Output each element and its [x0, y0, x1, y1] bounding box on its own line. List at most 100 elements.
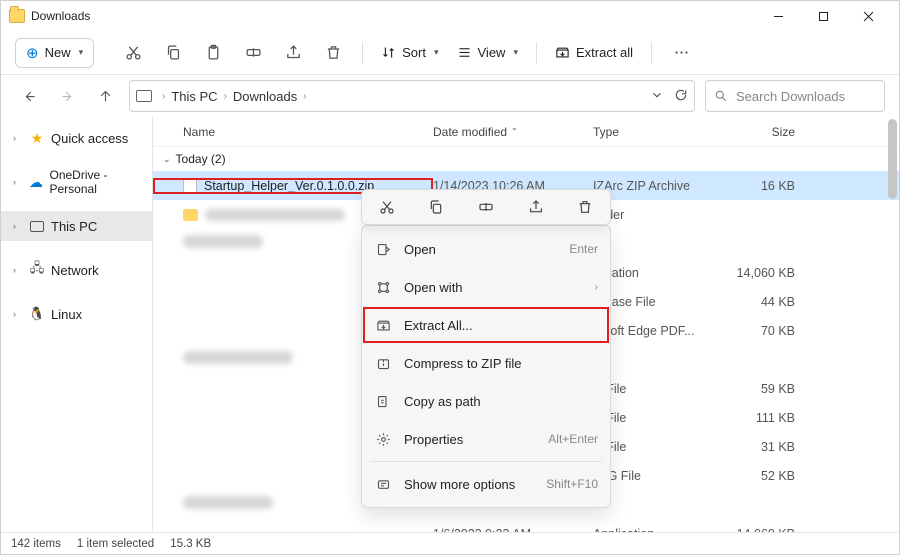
- open-with-icon: [374, 280, 392, 295]
- command-toolbar: ⊕ New ▾ Sort ▾ View ▾ Extract all: [1, 31, 899, 75]
- status-item-count: 142 items: [11, 538, 61, 550]
- folder-icon: [9, 9, 25, 23]
- sort-button[interactable]: Sort ▾: [375, 36, 444, 70]
- menu-separator: [370, 461, 602, 462]
- plus-icon: ⊕: [26, 44, 39, 62]
- linux-icon: 🐧: [29, 306, 45, 322]
- chevron-down-icon: ▾: [513, 47, 518, 58]
- file-type: IZArc ZIP Archive: [593, 179, 723, 193]
- cut-button[interactable]: [370, 193, 404, 221]
- group-label: Today (2): [176, 152, 226, 166]
- new-label: New: [45, 45, 71, 60]
- status-bar: 142 items 1 item selected 15.3 KB: [1, 532, 899, 554]
- sidebar-item-label: Network: [51, 263, 99, 278]
- forward-button[interactable]: [53, 82, 81, 110]
- col-type[interactable]: Type: [593, 125, 723, 139]
- delete-button[interactable]: [316, 36, 350, 70]
- rename-button[interactable]: [469, 193, 503, 221]
- menu-item-properties[interactable]: Properties Alt+Enter: [362, 420, 610, 458]
- sidebar-item-label: OneDrive - Personal: [50, 168, 152, 196]
- extract-icon: [555, 45, 570, 60]
- column-headers[interactable]: Name Date modified⌄ Type Size: [153, 117, 899, 147]
- status-selected-size: 15.3 KB: [170, 538, 211, 550]
- menu-item-compress[interactable]: Compress to ZIP file: [362, 344, 610, 382]
- chevron-right-icon: ›: [595, 282, 598, 293]
- menu-item-extract-all[interactable]: Extract All...: [362, 306, 610, 344]
- chevron-right-icon: ›: [13, 177, 22, 187]
- folder-icon: [183, 209, 198, 221]
- sidebar-item-linux[interactable]: › 🐧 Linux: [1, 299, 152, 329]
- search-placeholder: Search Downloads: [736, 89, 845, 104]
- up-button[interactable]: [91, 82, 119, 110]
- rename-button[interactable]: [236, 36, 270, 70]
- file-type: folder: [593, 208, 723, 222]
- chevron-down-icon: ⌄: [163, 154, 171, 165]
- extract-icon: [374, 318, 392, 333]
- more-button[interactable]: [664, 36, 698, 70]
- breadcrumb-seg[interactable]: Downloads: [233, 89, 297, 104]
- network-icon: 🖧: [29, 262, 45, 278]
- show-more-icon: [374, 477, 392, 492]
- chevron-right-icon: ›: [13, 309, 23, 319]
- copy-button[interactable]: [419, 193, 453, 221]
- sidebar-item-label: Quick access: [51, 131, 128, 146]
- sort-indicator-icon: ⌄: [511, 123, 518, 132]
- sidebar-item-quick-access[interactable]: › ★ Quick access: [1, 123, 152, 153]
- col-name[interactable]: Name: [153, 125, 433, 139]
- file-row[interactable]: 1/6/2023 9:23 AMApplication14,060 KB: [153, 519, 899, 532]
- back-button[interactable]: [15, 82, 43, 110]
- chevron-right-icon: ›: [13, 221, 23, 231]
- navigation-row: › This PC › Downloads › Search Downloads: [1, 75, 899, 117]
- menu-item-open[interactable]: Open Enter: [362, 230, 610, 268]
- title-bar: Downloads: [1, 1, 899, 31]
- col-date[interactable]: Date modified⌄: [433, 125, 593, 139]
- delete-button[interactable]: [568, 193, 602, 221]
- refresh-button[interactable]: [674, 88, 688, 105]
- compress-icon: [374, 356, 392, 371]
- quick-action-toolbar: [361, 189, 611, 225]
- window-controls: [756, 1, 891, 31]
- search-input[interactable]: Search Downloads: [705, 80, 885, 112]
- group-header-today[interactable]: ⌄ Today (2): [153, 147, 899, 171]
- sidebar-item-network[interactable]: › 🖧 Network: [1, 255, 152, 285]
- status-selected-count: 1 item selected: [77, 538, 154, 550]
- toolbar-divider: [362, 42, 363, 64]
- view-button[interactable]: View ▾: [451, 36, 524, 70]
- properties-icon: [374, 432, 392, 447]
- view-label: View: [478, 45, 506, 60]
- sidebar-item-this-pc[interactable]: › This PC: [1, 211, 152, 241]
- menu-item-copy-path[interactable]: Copy as path: [362, 382, 610, 420]
- close-button[interactable]: [846, 1, 891, 31]
- col-size[interactable]: Size: [723, 125, 813, 139]
- maximize-button[interactable]: [801, 1, 846, 31]
- chevron-right-icon: ›: [13, 133, 23, 143]
- toolbar-divider: [651, 42, 652, 64]
- copy-button[interactable]: [156, 36, 190, 70]
- minimize-button[interactable]: [756, 1, 801, 31]
- dropdown-button[interactable]: [650, 88, 664, 105]
- menu-item-show-more[interactable]: Show more options Shift+F10: [362, 465, 610, 503]
- cut-button[interactable]: [116, 36, 150, 70]
- extract-all-button[interactable]: Extract all: [549, 36, 639, 70]
- menu-item-open-with[interactable]: Open with ›: [362, 268, 610, 306]
- navigation-sidebar: › ★ Quick access › ☁ OneDrive - Personal…: [1, 117, 153, 532]
- file-size: 16 KB: [723, 179, 813, 193]
- view-icon: [457, 45, 472, 60]
- chevron-down-icon: ▾: [79, 47, 84, 58]
- open-icon: [374, 242, 392, 257]
- chevron-right-icon: ›: [13, 265, 23, 275]
- address-bar[interactable]: › This PC › Downloads ›: [129, 80, 695, 112]
- share-button[interactable]: [276, 36, 310, 70]
- paste-button[interactable]: [196, 36, 230, 70]
- cloud-icon: ☁: [28, 174, 43, 190]
- sidebar-item-onedrive[interactable]: › ☁ OneDrive - Personal: [1, 167, 152, 197]
- chevron-right-icon: ›: [159, 91, 168, 102]
- sidebar-item-label: Linux: [51, 307, 82, 322]
- share-button[interactable]: [519, 193, 553, 221]
- new-button[interactable]: ⊕ New ▾: [15, 38, 94, 68]
- pc-icon: [29, 218, 45, 234]
- chevron-right-icon: ›: [300, 91, 309, 102]
- copy-path-icon: [374, 394, 392, 409]
- breadcrumb-seg[interactable]: This PC: [171, 89, 217, 104]
- scrollbar[interactable]: [888, 119, 897, 199]
